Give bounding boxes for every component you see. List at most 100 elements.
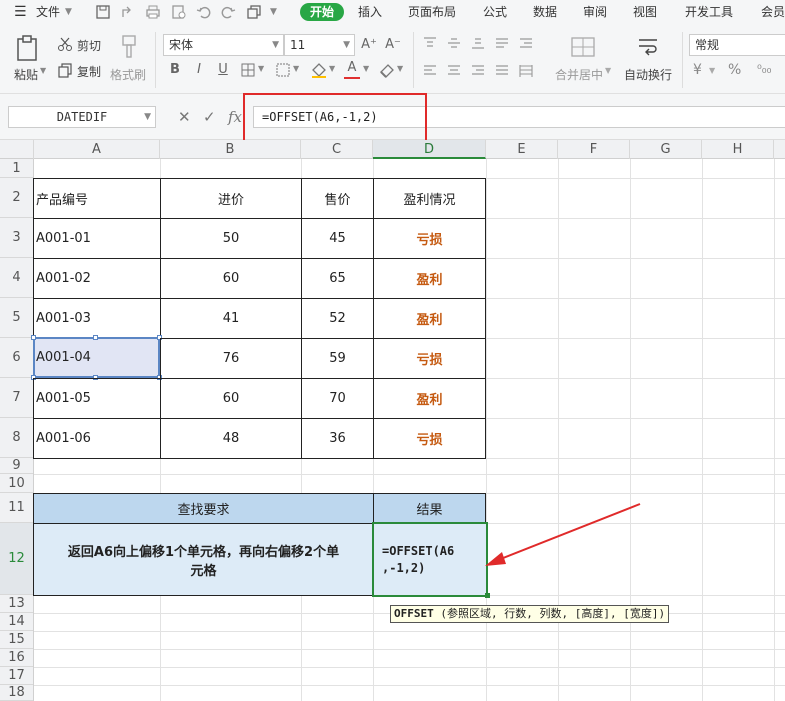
table-header-cell[interactable]: 进价: [160, 178, 302, 219]
currency-button[interactable]: ¥: [693, 62, 702, 78]
table-cell[interactable]: 52: [301, 298, 374, 339]
wrap-text-icon[interactable]: [636, 36, 660, 58]
tab-home[interactable]: 开始: [300, 3, 344, 21]
table-cell[interactable]: 65: [301, 258, 374, 299]
table-cell[interactable]: 76: [160, 338, 302, 379]
table-cell[interactable]: 亏损: [373, 218, 486, 259]
align-center-icon[interactable]: [446, 64, 462, 78]
copy-button[interactable]: 复制: [77, 63, 101, 80]
text-direction-icon[interactable]: [494, 36, 510, 50]
table-cell[interactable]: 59: [301, 338, 374, 379]
chevron-down-icon[interactable]: ▼: [605, 66, 611, 75]
table-cell[interactable]: 盈利: [373, 298, 486, 339]
chevron-down-icon[interactable]: ▼: [363, 64, 369, 73]
tab-formulas[interactable]: 公式: [483, 0, 507, 24]
fill-handle[interactable]: [485, 593, 490, 598]
merge-center-button[interactable]: 合并居中: [555, 66, 603, 83]
paste-button[interactable]: 粘贴: [14, 66, 38, 83]
table-cell[interactable]: A001-01: [33, 218, 161, 259]
undo-icon[interactable]: [196, 4, 212, 20]
row-header-3[interactable]: 3: [0, 218, 33, 258]
table-header-cell[interactable]: 盈利情况: [373, 178, 486, 219]
table-header-cell[interactable]: 售价: [301, 178, 374, 219]
copy-window-icon[interactable]: [246, 4, 262, 20]
align-right-icon[interactable]: [470, 64, 486, 78]
tab-developer[interactable]: 开发工具: [685, 0, 733, 24]
table-cell[interactable]: 45: [301, 218, 374, 259]
chevron-down-icon[interactable]: ▼: [293, 64, 299, 73]
font-name-select[interactable]: 宋体 ▼: [163, 34, 284, 56]
insert-function-icon[interactable]: fx: [228, 106, 242, 128]
column-header-b[interactable]: B: [160, 140, 301, 159]
tab-review[interactable]: 审阅: [583, 0, 607, 24]
column-header-e[interactable]: E: [486, 140, 558, 159]
resize-handle[interactable]: [31, 335, 36, 340]
hamburger-icon[interactable]: ☰: [14, 0, 27, 24]
font-color-button[interactable]: A: [343, 59, 361, 77]
row-header-1[interactable]: 1: [0, 159, 33, 178]
row-header-14[interactable]: 14: [0, 613, 33, 631]
lookup-header-result[interactable]: 结果: [373, 493, 486, 524]
print-preview-icon[interactable]: [171, 4, 187, 20]
tab-page-layout[interactable]: 页面布局: [408, 0, 456, 24]
column-header-f[interactable]: F: [558, 140, 630, 159]
table-cell[interactable]: 60: [160, 258, 302, 299]
row-header-16[interactable]: 16: [0, 649, 33, 667]
tab-view[interactable]: 视图: [633, 0, 657, 24]
format-painter-button[interactable]: 格式刷: [110, 66, 146, 83]
align-top-icon[interactable]: [422, 36, 438, 50]
result-cell-editing[interactable]: =OFFSET(A6 ,-1,2): [372, 522, 490, 598]
row-header-6[interactable]: 6: [0, 338, 33, 378]
row-header-15[interactable]: 15: [0, 631, 33, 649]
column-header-h[interactable]: H: [702, 140, 774, 159]
chevron-down-icon[interactable]: ▼: [40, 66, 46, 75]
merge-center-icon[interactable]: [570, 36, 596, 58]
chevron-down-icon[interactable]: ▼: [258, 64, 264, 73]
font-size-select[interactable]: 11 ▼: [284, 34, 355, 56]
align-bottom-icon[interactable]: [470, 36, 486, 50]
fill-pattern-icon[interactable]: [275, 62, 291, 78]
align-left-icon[interactable]: [422, 64, 438, 78]
name-box[interactable]: DATEDIF ▼: [8, 106, 156, 128]
row-header-4[interactable]: 4: [0, 258, 33, 298]
row-header-17[interactable]: 17: [0, 667, 33, 685]
share-icon[interactable]: [120, 4, 136, 20]
lookup-requirement-cell[interactable]: 返回A6向上偏移1个单元格，再向右偏移2个单 元格: [33, 523, 374, 596]
table-cell[interactable]: 60: [160, 378, 302, 419]
select-all-corner[interactable]: [0, 140, 34, 159]
eraser-icon[interactable]: [378, 61, 396, 79]
chevron-down-icon[interactable]: ▼: [709, 66, 715, 75]
file-menu[interactable]: 文件: [36, 0, 60, 24]
more-icon[interactable]: ▼: [270, 0, 277, 24]
table-cell[interactable]: 亏损: [373, 418, 486, 459]
lookup-header-requirement[interactable]: 查找要求: [33, 493, 374, 524]
cut-button[interactable]: 剪切: [77, 37, 101, 54]
row-header-10[interactable]: 10: [0, 474, 33, 493]
column-header-g[interactable]: G: [630, 140, 702, 159]
table-cell[interactable]: 70: [301, 378, 374, 419]
confirm-icon[interactable]: ✓: [203, 106, 216, 128]
selected-cell-a6[interactable]: A001-04: [31, 335, 162, 380]
table-cell[interactable]: 48: [160, 418, 302, 459]
underline-button[interactable]: U: [214, 61, 232, 79]
row-header-9[interactable]: 9: [0, 458, 33, 474]
distributed-icon[interactable]: [518, 64, 534, 78]
row-header-5[interactable]: 5: [0, 298, 33, 338]
fill-color-icon[interactable]: [310, 61, 328, 79]
row-header-13[interactable]: 13: [0, 595, 33, 613]
column-header-d[interactable]: D: [373, 140, 486, 159]
row-header-12[interactable]: 12: [0, 523, 33, 595]
column-header-c[interactable]: C: [301, 140, 373, 159]
number-format-select[interactable]: 常规: [689, 34, 785, 56]
percent-button[interactable]: %: [728, 62, 741, 78]
align-middle-icon[interactable]: [446, 36, 462, 50]
row-header-2[interactable]: 2: [0, 178, 33, 218]
table-cell[interactable]: 41: [160, 298, 302, 339]
table-header-cell[interactable]: 产品编号: [33, 178, 161, 219]
table-cell[interactable]: A001-06: [33, 418, 161, 459]
italic-button[interactable]: I: [190, 61, 208, 79]
save-icon[interactable]: [95, 4, 111, 20]
comma-style-icon[interactable]: ⁰₀₀: [757, 62, 771, 76]
chevron-down-icon[interactable]: ▼: [65, 0, 72, 24]
table-cell[interactable]: A001-05: [33, 378, 161, 419]
